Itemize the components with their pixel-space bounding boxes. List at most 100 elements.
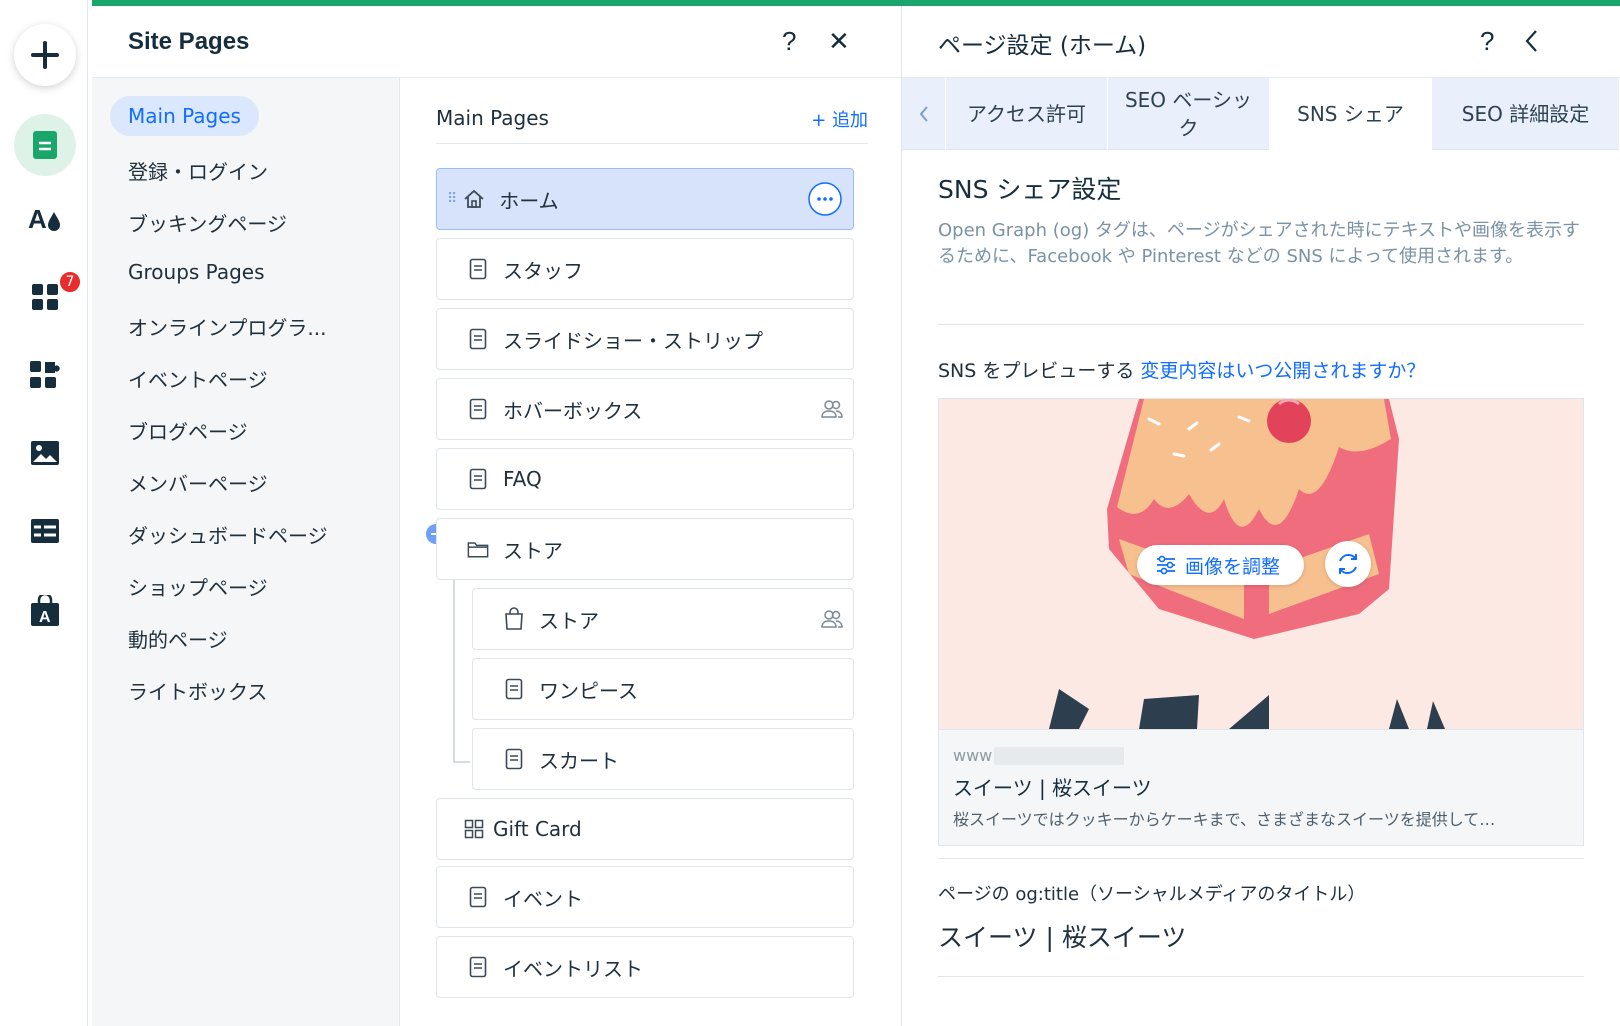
category-groups[interactable]: Groups Pages (128, 260, 265, 284)
cms-button[interactable] (14, 500, 76, 562)
page-settings-panel: ページ設定 (ホーム) ? アクセス許可 SEO ベーシック SNS シェア S… (902, 6, 1620, 1026)
tab-social-share[interactable]: SNS シェア (1270, 78, 1432, 150)
page-row-store-folder[interactable]: ストア (436, 518, 854, 580)
preview-heading: SNS をプレビューする 変更内容はいつ公開されますか？ (938, 356, 1425, 383)
help-icon[interactable]: ? (1480, 26, 1494, 57)
page-label: スライドショー・ストリップ (503, 328, 763, 353)
page-row-faq[interactable]: FAQ (436, 448, 854, 510)
section-description: Open Graph (og) タグは、ページがシェアされた時にテキストや画像を… (938, 220, 1581, 267)
left-toolbar: A 7 A (0, 0, 88, 1026)
category-booking[interactable]: ブッキングページ (128, 208, 287, 237)
page-icon (467, 468, 489, 490)
theme-icon: A (28, 204, 60, 234)
plus-icon (31, 41, 59, 69)
page-label: ストア (539, 608, 599, 633)
page-row-home[interactable]: ⠿ ホーム (436, 168, 854, 230)
page-label: スカート (539, 748, 619, 773)
category-dynamic[interactable]: 動的ページ (128, 624, 228, 653)
social-preview-meta: www スイーツ | 桜スイーツ 桜スイーツではクッキーからケーキまで、さまざま… (939, 729, 1583, 845)
more-actions-icon[interactable] (807, 181, 843, 221)
page-icon (467, 886, 489, 908)
category-events[interactable]: イベントページ (128, 364, 268, 393)
page-icon (467, 398, 489, 420)
page-icon (503, 748, 525, 770)
site-pages-header: Site Pages ? ✕ (92, 6, 901, 78)
page-row-hoverbox[interactable]: ホバーボックス (436, 378, 854, 440)
page-icon (467, 328, 489, 350)
tab-access[interactable]: アクセス許可 (946, 78, 1108, 150)
page-row-skirt[interactable]: スカート (472, 728, 854, 790)
adjust-image-button[interactable]: 画像を調整 (1137, 545, 1305, 585)
editor-window: A 7 A Site Pages ? ✕ Main Pages 登録・ログイン … (0, 0, 1620, 1026)
page-icon (467, 258, 489, 280)
folder-icon (467, 538, 489, 560)
drag-handle-icon[interactable]: ⠿ (447, 191, 457, 207)
preview-label: SNS をプレビューする (938, 360, 1135, 382)
chevron-left-icon (919, 106, 928, 122)
page-row-slideshow[interactable]: スライドショー・ストリップ (436, 308, 854, 370)
tab-seo-basics[interactable]: SEO ベーシック (1108, 78, 1270, 150)
adjust-image-label: 画像を調整 (1185, 555, 1281, 578)
preview-title: スイーツ | 桜スイーツ (953, 776, 1152, 800)
redacted-url (994, 746, 1125, 765)
page-label: ストア (503, 538, 563, 563)
image-icon (31, 441, 59, 465)
pages-list: Main Pages + 追加 ⠿ ホーム スタッフ スライドショー・ストリップ… (400, 78, 902, 1026)
add-elements-button[interactable] (14, 24, 76, 86)
page-label: FAQ (503, 467, 542, 491)
og-title-value[interactable]: スイーツ | 桜スイーツ (938, 918, 1186, 954)
add-page-button[interactable]: + 追加 (811, 106, 868, 132)
refresh-icon (1339, 554, 1357, 574)
category-lightbox[interactable]: ライトボックス (128, 676, 267, 705)
collapse-panel-icon[interactable] (1524, 28, 1540, 58)
page-row-store[interactable]: ストア (472, 588, 854, 650)
category-blog[interactable]: ブログページ (128, 416, 248, 445)
page-label: イベント (503, 886, 583, 911)
category-main-pages[interactable]: Main Pages (110, 96, 259, 136)
design-button[interactable]: A (14, 188, 76, 250)
tabs-scroll-left-button[interactable] (902, 78, 946, 150)
category-online-programs[interactable]: オンラインプログラ... (128, 312, 326, 341)
divider (938, 324, 1584, 325)
media-button[interactable] (14, 422, 76, 484)
page-label: イベントリスト (503, 956, 643, 981)
preview-url: www (953, 746, 1125, 765)
page-categories: Main Pages 登録・ログイン ブッキングページ Groups Pages… (92, 78, 400, 1026)
category-signup-login[interactable]: 登録・ログイン (128, 156, 268, 185)
table-icon (31, 519, 59, 543)
help-icon[interactable]: ? (782, 26, 796, 57)
close-icon[interactable]: ✕ (828, 26, 850, 57)
page-row-gift-card[interactable]: Gift Card (436, 798, 854, 860)
page-row-staff[interactable]: スタッフ (436, 238, 854, 300)
apps-notification-badge: 7 (58, 270, 82, 294)
svg-text:A: A (39, 609, 51, 626)
social-preview-card: 画像を調整 www スイーツ | 桜スイーツ 桜スイーツではクッキーからケーキま… (938, 398, 1584, 846)
gift-card-icon (463, 818, 485, 840)
pages-menu-button[interactable] (14, 114, 76, 176)
pages-list-header: Main Pages + 追加 (436, 106, 868, 144)
publish-info-link[interactable]: 変更内容はいつ公開されますか？ (1140, 360, 1425, 382)
section-title: SNS シェア設定 (938, 175, 1122, 204)
page-row-event-list[interactable]: イベントリスト (436, 936, 854, 998)
business-button[interactable] (14, 344, 76, 406)
app-market-button[interactable]: A (14, 580, 76, 642)
sliders-icon (1157, 555, 1175, 575)
page-row-event[interactable]: イベント (436, 866, 854, 928)
replace-image-button[interactable] (1325, 541, 1371, 587)
divider (938, 976, 1584, 977)
panel-title: Site Pages (128, 27, 250, 55)
page-label: ホーム (499, 188, 559, 213)
category-members[interactable]: メンバーページ (128, 468, 268, 497)
page-row-onepiece[interactable]: ワンピース (472, 658, 854, 720)
page-label: Gift Card (493, 817, 582, 841)
social-preview-image: 画像を調整 (939, 399, 1583, 729)
category-dashboard[interactable]: ダッシュボードページ (128, 520, 328, 549)
tab-advanced-seo[interactable]: SEO 詳細設定 (1432, 78, 1620, 150)
site-pages-panel: Site Pages ? ✕ Main Pages 登録・ログイン ブッキングペ… (92, 6, 902, 1026)
page-icon (467, 956, 489, 978)
category-shop[interactable]: ショップページ (128, 572, 268, 601)
preview-description: 桜スイーツではクッキーからケーキまで、さまざまなスイーツを提供して… (953, 810, 1496, 829)
puzzle-icon (30, 361, 60, 388)
divider (938, 858, 1584, 859)
preview-url-text: www (953, 746, 993, 765)
